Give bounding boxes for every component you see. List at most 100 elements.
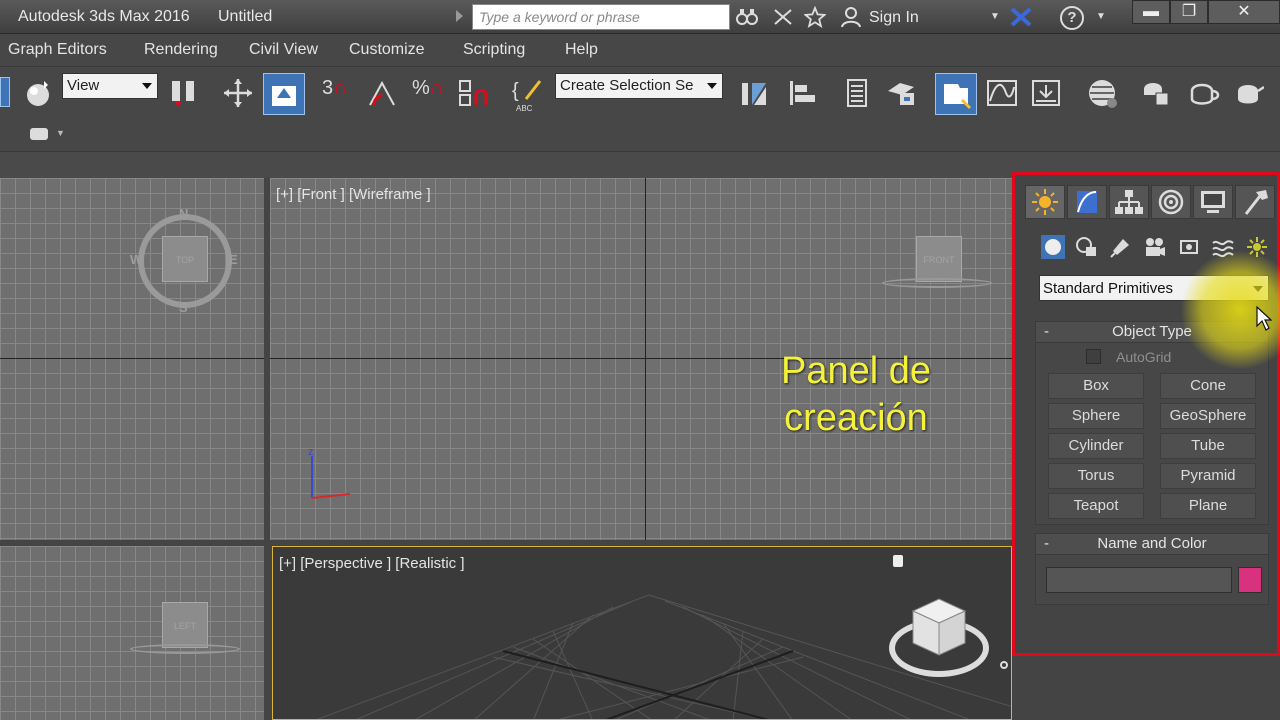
select-by-name-sphere-icon[interactable]: [22, 77, 54, 109]
mirror-icon[interactable]: [738, 77, 770, 109]
snaps-toggle-icon[interactable]: 3∩: [322, 77, 354, 109]
create-sun-icon: [1032, 189, 1058, 215]
name-and-color-rollout-header[interactable]: - Name and Color: [1035, 533, 1269, 555]
help-icon[interactable]: ?: [1060, 6, 1084, 30]
close-button[interactable]: ✕: [1208, 0, 1280, 24]
reference-coordinate-select[interactable]: View: [62, 73, 158, 99]
rendered-frame-window-icon[interactable]: [1186, 77, 1220, 109]
panel-caption-line2: creación: [784, 397, 928, 439]
layer-explorer-icon[interactable]: [886, 77, 918, 109]
render-production-icon[interactable]: [1232, 77, 1265, 109]
collapse-icon[interactable]: -: [1044, 534, 1049, 554]
create-tab[interactable]: [1025, 185, 1065, 219]
minimize-button[interactable]: ▬: [1132, 0, 1170, 24]
geosphere-button[interactable]: GeoSphere: [1160, 403, 1256, 429]
ribbon-dropdown-icon[interactable]: ▼: [56, 128, 65, 138]
hierarchy-icon: [1115, 190, 1143, 214]
percent-snap-icon[interactable]: %∩: [412, 77, 444, 109]
schematic-view-icon[interactable]: [1030, 77, 1062, 109]
toggle-scene-explorer-button[interactable]: [935, 73, 977, 115]
percent-symbol: %: [412, 77, 430, 99]
front-viewport-label[interactable]: [+] [Front ] [Wireframe ]: [276, 186, 431, 203]
cameras-icon[interactable]: [1143, 235, 1167, 259]
perspective-viewport[interactable]: [+] [Perspective ] [Realistic ]: [272, 546, 1012, 720]
compass-east-label: E: [229, 252, 238, 267]
favorites-star-icon[interactable]: [803, 5, 827, 28]
geometry-icon[interactable]: [1041, 235, 1065, 259]
autogrid-checkbox[interactable]: [1086, 349, 1101, 364]
ribbon-toggle-icon[interactable]: [30, 128, 48, 140]
sphere-button[interactable]: Sphere: [1048, 403, 1144, 429]
object-color-swatch[interactable]: [1238, 567, 1262, 593]
scene-explorer-icon[interactable]: [842, 77, 874, 109]
help-dropdown-icon[interactable]: ▼: [1090, 6, 1112, 28]
autodesk-exchange-icon[interactable]: [1010, 6, 1032, 28]
edit-named-selection-icon[interactable]: {ABC: [512, 77, 544, 113]
box-button[interactable]: Box: [1048, 373, 1144, 399]
search-input[interactable]: Type a keyword or phrase: [472, 4, 730, 30]
sign-in-link[interactable]: Sign In: [869, 9, 919, 27]
communication-center-icon[interactable]: [772, 6, 794, 28]
axis-z-label: z: [308, 446, 314, 458]
align-icon[interactable]: [786, 77, 818, 109]
object-name-input[interactable]: [1046, 567, 1232, 593]
chevron-down-icon: [142, 83, 152, 89]
tube-button[interactable]: Tube: [1160, 433, 1256, 459]
material-editor-icon[interactable]: [1086, 77, 1118, 109]
object-type-title: Object Type: [1112, 323, 1192, 340]
reference-coordinate-value: View: [67, 77, 100, 94]
object-category-select[interactable]: Standard Primitives: [1039, 275, 1269, 301]
spinner-snap-icon[interactable]: [458, 77, 490, 109]
menu-scripting[interactable]: Scripting: [463, 41, 525, 59]
menu-graph-editors[interactable]: Graph Editors: [8, 41, 107, 59]
menu-customize[interactable]: Customize: [349, 41, 425, 59]
torus-button[interactable]: Torus: [1048, 463, 1144, 489]
hierarchy-tab[interactable]: [1109, 185, 1149, 219]
shapes-icon[interactable]: [1075, 235, 1099, 259]
pyramid-button[interactable]: Pyramid: [1160, 463, 1256, 489]
cylinder-button[interactable]: Cylinder: [1048, 433, 1144, 459]
collapse-icon[interactable]: -: [1044, 322, 1049, 342]
space-warps-icon[interactable]: [1211, 235, 1235, 259]
helpers-icon[interactable]: [1177, 235, 1201, 259]
named-selection-sets-select[interactable]: Create Selection Se: [555, 73, 723, 99]
display-tab[interactable]: [1193, 185, 1233, 219]
menu-rendering[interactable]: Rendering: [144, 41, 218, 59]
sign-in-dropdown-icon[interactable]: ▼: [984, 6, 1006, 28]
axis-tripod-icon: [311, 456, 351, 499]
systems-icon[interactable]: [1245, 235, 1269, 259]
angle-snap-icon[interactable]: [366, 77, 398, 109]
viewcube-home-icon[interactable]: [1000, 661, 1008, 669]
plane-button[interactable]: Plane: [1160, 493, 1256, 519]
modify-tab[interactable]: [1067, 185, 1107, 219]
left-viewport[interactable]: LEFT: [0, 546, 264, 720]
select-and-place-button[interactable]: [263, 73, 305, 115]
cone-button[interactable]: Cone: [1160, 373, 1256, 399]
mirror-pivot-icon[interactable]: [168, 77, 200, 109]
select-and-move-icon[interactable]: [222, 77, 254, 109]
object-type-rollout-header[interactable]: - Object Type: [1035, 321, 1269, 343]
grid-axis-vertical: [645, 178, 646, 540]
curve-editor-icon[interactable]: [986, 77, 1018, 109]
render-setup-icon[interactable]: [1140, 77, 1172, 109]
teapot-button[interactable]: Teapot: [1048, 493, 1144, 519]
viewcube-ring[interactable]: [882, 278, 992, 288]
utilities-tab[interactable]: [1235, 185, 1275, 219]
viewcube-perspective[interactable]: [909, 595, 969, 659]
select-object-button[interactable]: [0, 77, 10, 107]
binoculars-icon[interactable]: [736, 6, 758, 28]
viewcube-top[interactable]: TOP: [162, 236, 208, 282]
app-title: Autodesk 3ds Max 2016: [18, 8, 190, 25]
search-expand-arrow-icon[interactable]: [456, 10, 463, 22]
viewcube-front[interactable]: FRONT: [916, 236, 962, 282]
top-viewport[interactable]: TOP N S E W: [0, 178, 264, 540]
menu-help[interactable]: Help: [565, 41, 598, 59]
user-icon[interactable]: [840, 6, 862, 28]
viewcube-left[interactable]: LEFT: [162, 602, 208, 648]
lock-icon[interactable]: [893, 555, 903, 567]
motion-tab[interactable]: [1151, 185, 1191, 219]
viewcube-ring[interactable]: [130, 644, 240, 654]
restore-button[interactable]: ❐: [1170, 0, 1208, 24]
lights-icon[interactable]: [1109, 235, 1133, 259]
menu-civil-view[interactable]: Civil View: [249, 41, 318, 59]
